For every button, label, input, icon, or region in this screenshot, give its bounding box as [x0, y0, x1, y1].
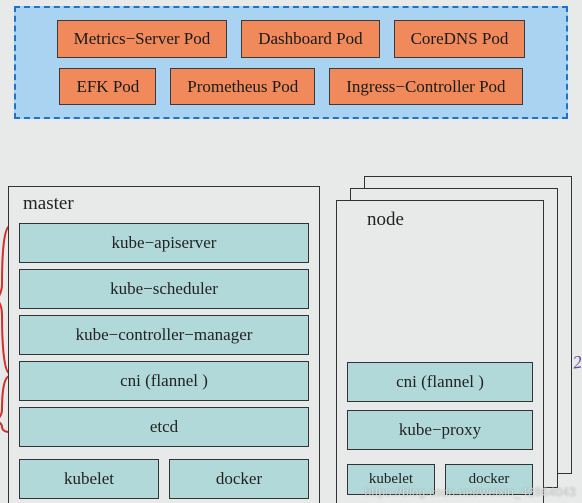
svc-master-cni: cni (flannel ): [19, 361, 309, 401]
pod-efk: EFK Pod: [59, 68, 156, 106]
node-bottom-row: kubelet docker: [347, 464, 533, 495]
pod-metrics-server: Metrics−Server Pod: [57, 20, 228, 58]
svc-node-docker: docker: [445, 464, 533, 495]
node-box: node cni (flannel ) kube−proxy kubelet d…: [336, 200, 544, 503]
node-title: node: [367, 209, 404, 231]
node-spacer: [347, 241, 533, 362]
svc-kube-apiserver: kube−apiserver: [19, 223, 309, 263]
svc-master-docker: docker: [169, 459, 309, 499]
pod-dashboard: Dashboard Pod: [241, 20, 379, 58]
addons-group: Metrics−Server Pod Dashboard Pod CoreDNS…: [14, 6, 568, 119]
svc-etcd: etcd: [19, 407, 309, 447]
node-stack: node cni (flannel ) kube−proxy kubelet d…: [336, 176, 572, 502]
master-title: master: [23, 193, 74, 215]
svc-node-kube-proxy: kube−proxy: [347, 410, 533, 450]
master-services: kube−apiserver kube−scheduler kube−contr…: [19, 223, 309, 447]
svc-kube-controller-manager: kube−controller−manager: [19, 315, 309, 355]
pod-ingress-controller: Ingress−Controller Pod: [329, 68, 522, 106]
svc-master-kubelet: kubelet: [19, 459, 159, 499]
master-box: master kube−apiserver kube−scheduler kub…: [8, 186, 320, 503]
svc-kube-scheduler: kube−scheduler: [19, 269, 309, 309]
diagram-canvas: Metrics−Server Pod Dashboard Pod CoreDNS…: [0, 0, 582, 503]
pod-coredns: CoreDNS Pod: [394, 20, 526, 58]
svc-node-kubelet: kubelet: [347, 464, 435, 495]
pod-prometheus: Prometheus Pod: [170, 68, 315, 106]
svc-node-cni: cni (flannel ): [347, 362, 533, 402]
node-services: cni (flannel ) kube−proxy: [347, 362, 533, 450]
master-bottom-row: kubelet docker: [19, 459, 309, 499]
